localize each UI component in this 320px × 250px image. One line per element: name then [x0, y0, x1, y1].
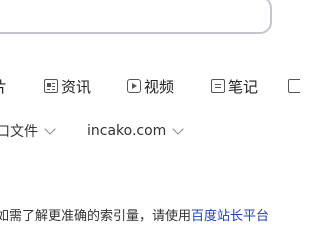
search-input-box[interactable] — [0, 0, 272, 34]
tab-video[interactable]: 视频 — [127, 72, 174, 100]
tab-news[interactable]: 资讯 — [44, 72, 91, 100]
search-results-page: 片 资讯 视频 笔记 口文件 incako.com 如需了解更准确的索引量，请使… — [0, 0, 300, 250]
tab-label: 片 — [0, 76, 7, 97]
notice-text: 如需了解更准确的索引量，请使用 — [0, 209, 192, 224]
video-icon — [127, 79, 141, 93]
site-filter-dropdown[interactable]: incako.com — [87, 120, 184, 142]
baidu-webmaster-link[interactable]: 百度站长平台 — [191, 209, 269, 224]
filetype-filter-label: 口文件 — [0, 124, 38, 140]
tab-label: 视频 — [144, 77, 175, 96]
tab-more[interactable] — [288, 72, 300, 100]
more-tab-icon — [288, 79, 300, 93]
search-tabs: 片 资讯 视频 笔记 — [0, 72, 300, 100]
note-icon — [211, 79, 225, 93]
tab-notes[interactable]: 笔记 — [211, 72, 258, 100]
chevron-down-icon — [172, 122, 184, 135]
tab-label: 资讯 — [61, 77, 92, 96]
filetype-filter-dropdown[interactable]: 口文件 — [0, 120, 56, 142]
index-notice: 如需了解更准确的索引量，请使用百度站长平台 — [0, 205, 269, 224]
chevron-down-icon — [44, 122, 56, 135]
news-icon — [44, 79, 58, 93]
tab-label: 笔记 — [228, 77, 259, 96]
site-filter-label: incako.com — [87, 123, 167, 139]
tab-images[interactable]: 片 — [0, 72, 7, 100]
